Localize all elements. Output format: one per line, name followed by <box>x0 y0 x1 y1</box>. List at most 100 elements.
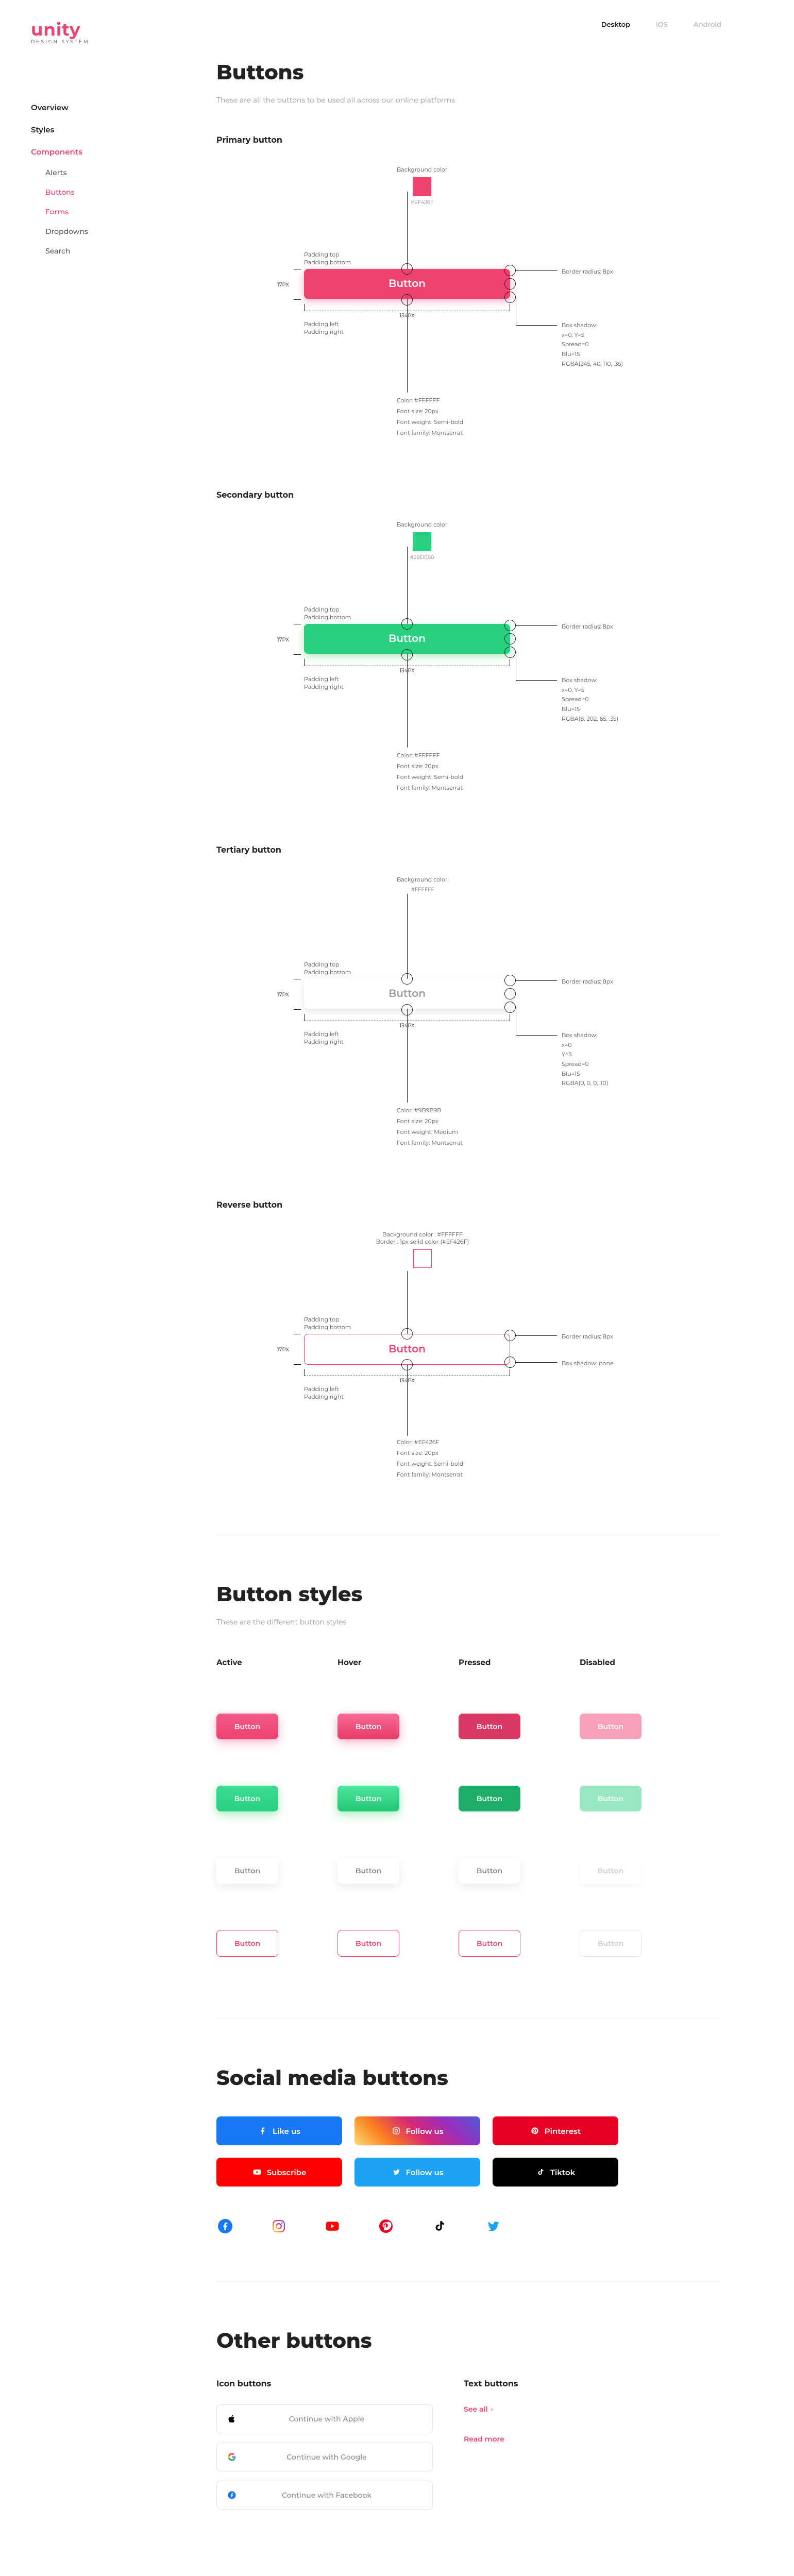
pinterest-button[interactable]: Pinterest <box>493 2116 618 2145</box>
read-more-link[interactable]: Read more <box>464 2434 504 2444</box>
brand-name: unity <box>31 21 134 38</box>
primary-hover-button[interactable]: Button <box>337 1714 399 1739</box>
nav-item-overview[interactable]: Overview <box>31 96 134 118</box>
padding-right-label: Padding right <box>304 328 344 336</box>
spec-reverse: Reverse button Background color : #FFFFF… <box>216 1200 721 1478</box>
padding-y-measure: 17PX <box>294 624 301 655</box>
pinterest-icon-button[interactable] <box>377 2217 395 2235</box>
tertiary-disabled-button: Button <box>580 1858 641 1884</box>
spec-reverse-diagram: Background color : #FFFFFF Border : 1px … <box>237 1231 721 1478</box>
facebook-icon <box>258 2126 267 2136</box>
padding-top-label: Padding top <box>304 961 351 969</box>
social-icon-row <box>216 2217 721 2235</box>
annot-line <box>516 652 557 681</box>
social-button-grid: Like us Follow us Pinterest Subscribe Fo… <box>216 2116 618 2187</box>
primary-active-button[interactable]: Button <box>216 1714 278 1739</box>
youtube-button[interactable]: Subscribe <box>216 2158 342 2187</box>
anchor-dot <box>504 292 516 303</box>
shadow-annot: Box shadow: x=0 Y=5 Spread=0 Blu=15 RGBA… <box>562 1030 608 1088</box>
annot-line <box>516 980 557 981</box>
reverse-active-button[interactable]: Button <box>216 1930 278 1957</box>
continue-apple-button[interactable]: Continue with Apple <box>216 2404 433 2433</box>
bg-color-label: Background color <box>397 166 447 173</box>
main-content: Desktop iOS Android Buttons These are al… <box>155 0 773 2576</box>
button-styles-matrix: Active Hover Pressed Disabled Button But… <box>216 1657 680 1972</box>
secondary-active-button[interactable]: Button <box>216 1786 278 1811</box>
padding-y-measure: 17PX <box>294 979 301 1010</box>
nav-item-styles[interactable]: Styles <box>31 118 134 141</box>
padding-left-label: Padding left <box>304 1030 344 1038</box>
reverse-pressed-button[interactable]: Button <box>459 1930 520 1957</box>
nav-sub-alerts[interactable]: Alerts <box>45 163 134 182</box>
chevron-right-icon: › <box>491 2405 493 2413</box>
sidebar: unity DESIGN SYSTEM Overview Styles Comp… <box>0 0 155 2576</box>
annot-line <box>516 1362 557 1363</box>
tab-desktop[interactable]: Desktop <box>601 21 630 29</box>
section-divider <box>216 2281 721 2282</box>
continue-google-button[interactable]: Continue with Google <box>216 2443 433 2471</box>
annot-line <box>516 625 557 626</box>
facebook-icon-button[interactable] <box>216 2217 234 2235</box>
tertiary-pressed-button[interactable]: Button <box>459 1858 520 1884</box>
annot-line <box>516 1007 557 1036</box>
see-all-label: See all <box>464 2404 488 2414</box>
twitter-icon <box>392 2167 401 2177</box>
instagram-button[interactable]: Follow us <box>354 2116 480 2145</box>
reverse-hover-button[interactable]: Button <box>337 1930 399 1957</box>
continue-facebook-button[interactable]: Continue with Facebook <box>216 2481 433 2510</box>
padding-bottom-label: Padding bottom <box>304 259 351 266</box>
anchor-dot <box>401 1004 413 1015</box>
twitter-icon-button[interactable] <box>484 2217 502 2235</box>
padding-left-label: Padding left <box>304 675 344 683</box>
bg-color-label: Background color <box>397 521 447 528</box>
annot-line <box>516 1335 557 1336</box>
instagram-icon-button[interactable] <box>270 2217 288 2235</box>
nav-sub-dropdowns[interactable]: Dropdowns <box>45 222 134 241</box>
nav-sub-forms[interactable]: Forms <box>45 202 134 222</box>
spec-tertiary: Tertiary button Background color: #FFFFF… <box>216 845 721 1144</box>
instagram-icon <box>392 2126 401 2136</box>
secondary-disabled-button: Button <box>580 1786 641 1811</box>
nav-item-components[interactable]: Components <box>31 141 134 163</box>
other-buttons-grid: Icon buttons Continue with Apple Continu… <box>216 2379 680 2519</box>
secondary-hover-button[interactable]: Button <box>337 1786 399 1811</box>
youtube-icon-button[interactable] <box>324 2217 341 2235</box>
anchor-dot <box>504 1330 516 1341</box>
bg-swatch <box>413 532 431 551</box>
styles-title: Button styles <box>216 1582 721 1607</box>
nav-sub-search[interactable]: Search <box>45 241 134 261</box>
tertiary-active-button[interactable]: Button <box>216 1858 278 1884</box>
tiktok-icon-button[interactable] <box>431 2217 448 2235</box>
bg-hex: #28D080 <box>397 554 447 561</box>
tab-android[interactable]: Android <box>694 21 721 29</box>
primary-pressed-button[interactable]: Button <box>459 1714 520 1739</box>
spec-primary: Primary button Background color #EF426F … <box>216 135 721 434</box>
apple-icon <box>227 2414 240 2424</box>
google-icon <box>227 2452 240 2462</box>
shadow-annot: Box shadow: x=0, Y=5 Spread=0 Blu=15 RGB… <box>562 320 623 368</box>
text-specs: Color: #EF426F Font size: 20px Font weig… <box>397 1437 463 1480</box>
twitter-button[interactable]: Follow us <box>354 2158 480 2187</box>
nav-sub-buttons[interactable]: Buttons <box>45 182 134 202</box>
bg-color-label: Background color: <box>397 876 449 883</box>
padding-right-label: Padding right <box>304 1393 344 1401</box>
youtube-label: Subscribe <box>267 2167 307 2177</box>
border-radius-annot: Border radius: 8px <box>562 267 613 277</box>
primary-disabled-button: Button <box>580 1714 641 1739</box>
padding-left-label: Padding left <box>304 1385 344 1393</box>
anchor-dot <box>401 649 413 660</box>
see-all-link[interactable]: See all › <box>464 2404 493 2414</box>
secondary-pressed-button[interactable]: Button <box>459 1786 520 1811</box>
anchor-dot <box>401 618 413 630</box>
facebook-button[interactable]: Like us <box>216 2116 342 2145</box>
tertiary-hover-button[interactable]: Button <box>337 1858 399 1884</box>
text-specs: Color: #FFFFFF Font size: 20px Font weig… <box>397 750 463 793</box>
padding-bottom-label: Padding bottom <box>304 1324 351 1331</box>
tab-ios[interactable]: iOS <box>656 21 668 29</box>
spec-primary-heading: Primary button <box>216 135 721 145</box>
tiktok-button[interactable]: Tiktok <box>493 2158 618 2187</box>
social-title: Social media buttons <box>216 2065 721 2091</box>
annot-line <box>516 297 557 326</box>
instagram-label: Follow us <box>406 2126 444 2136</box>
anchor-dot <box>504 647 516 658</box>
